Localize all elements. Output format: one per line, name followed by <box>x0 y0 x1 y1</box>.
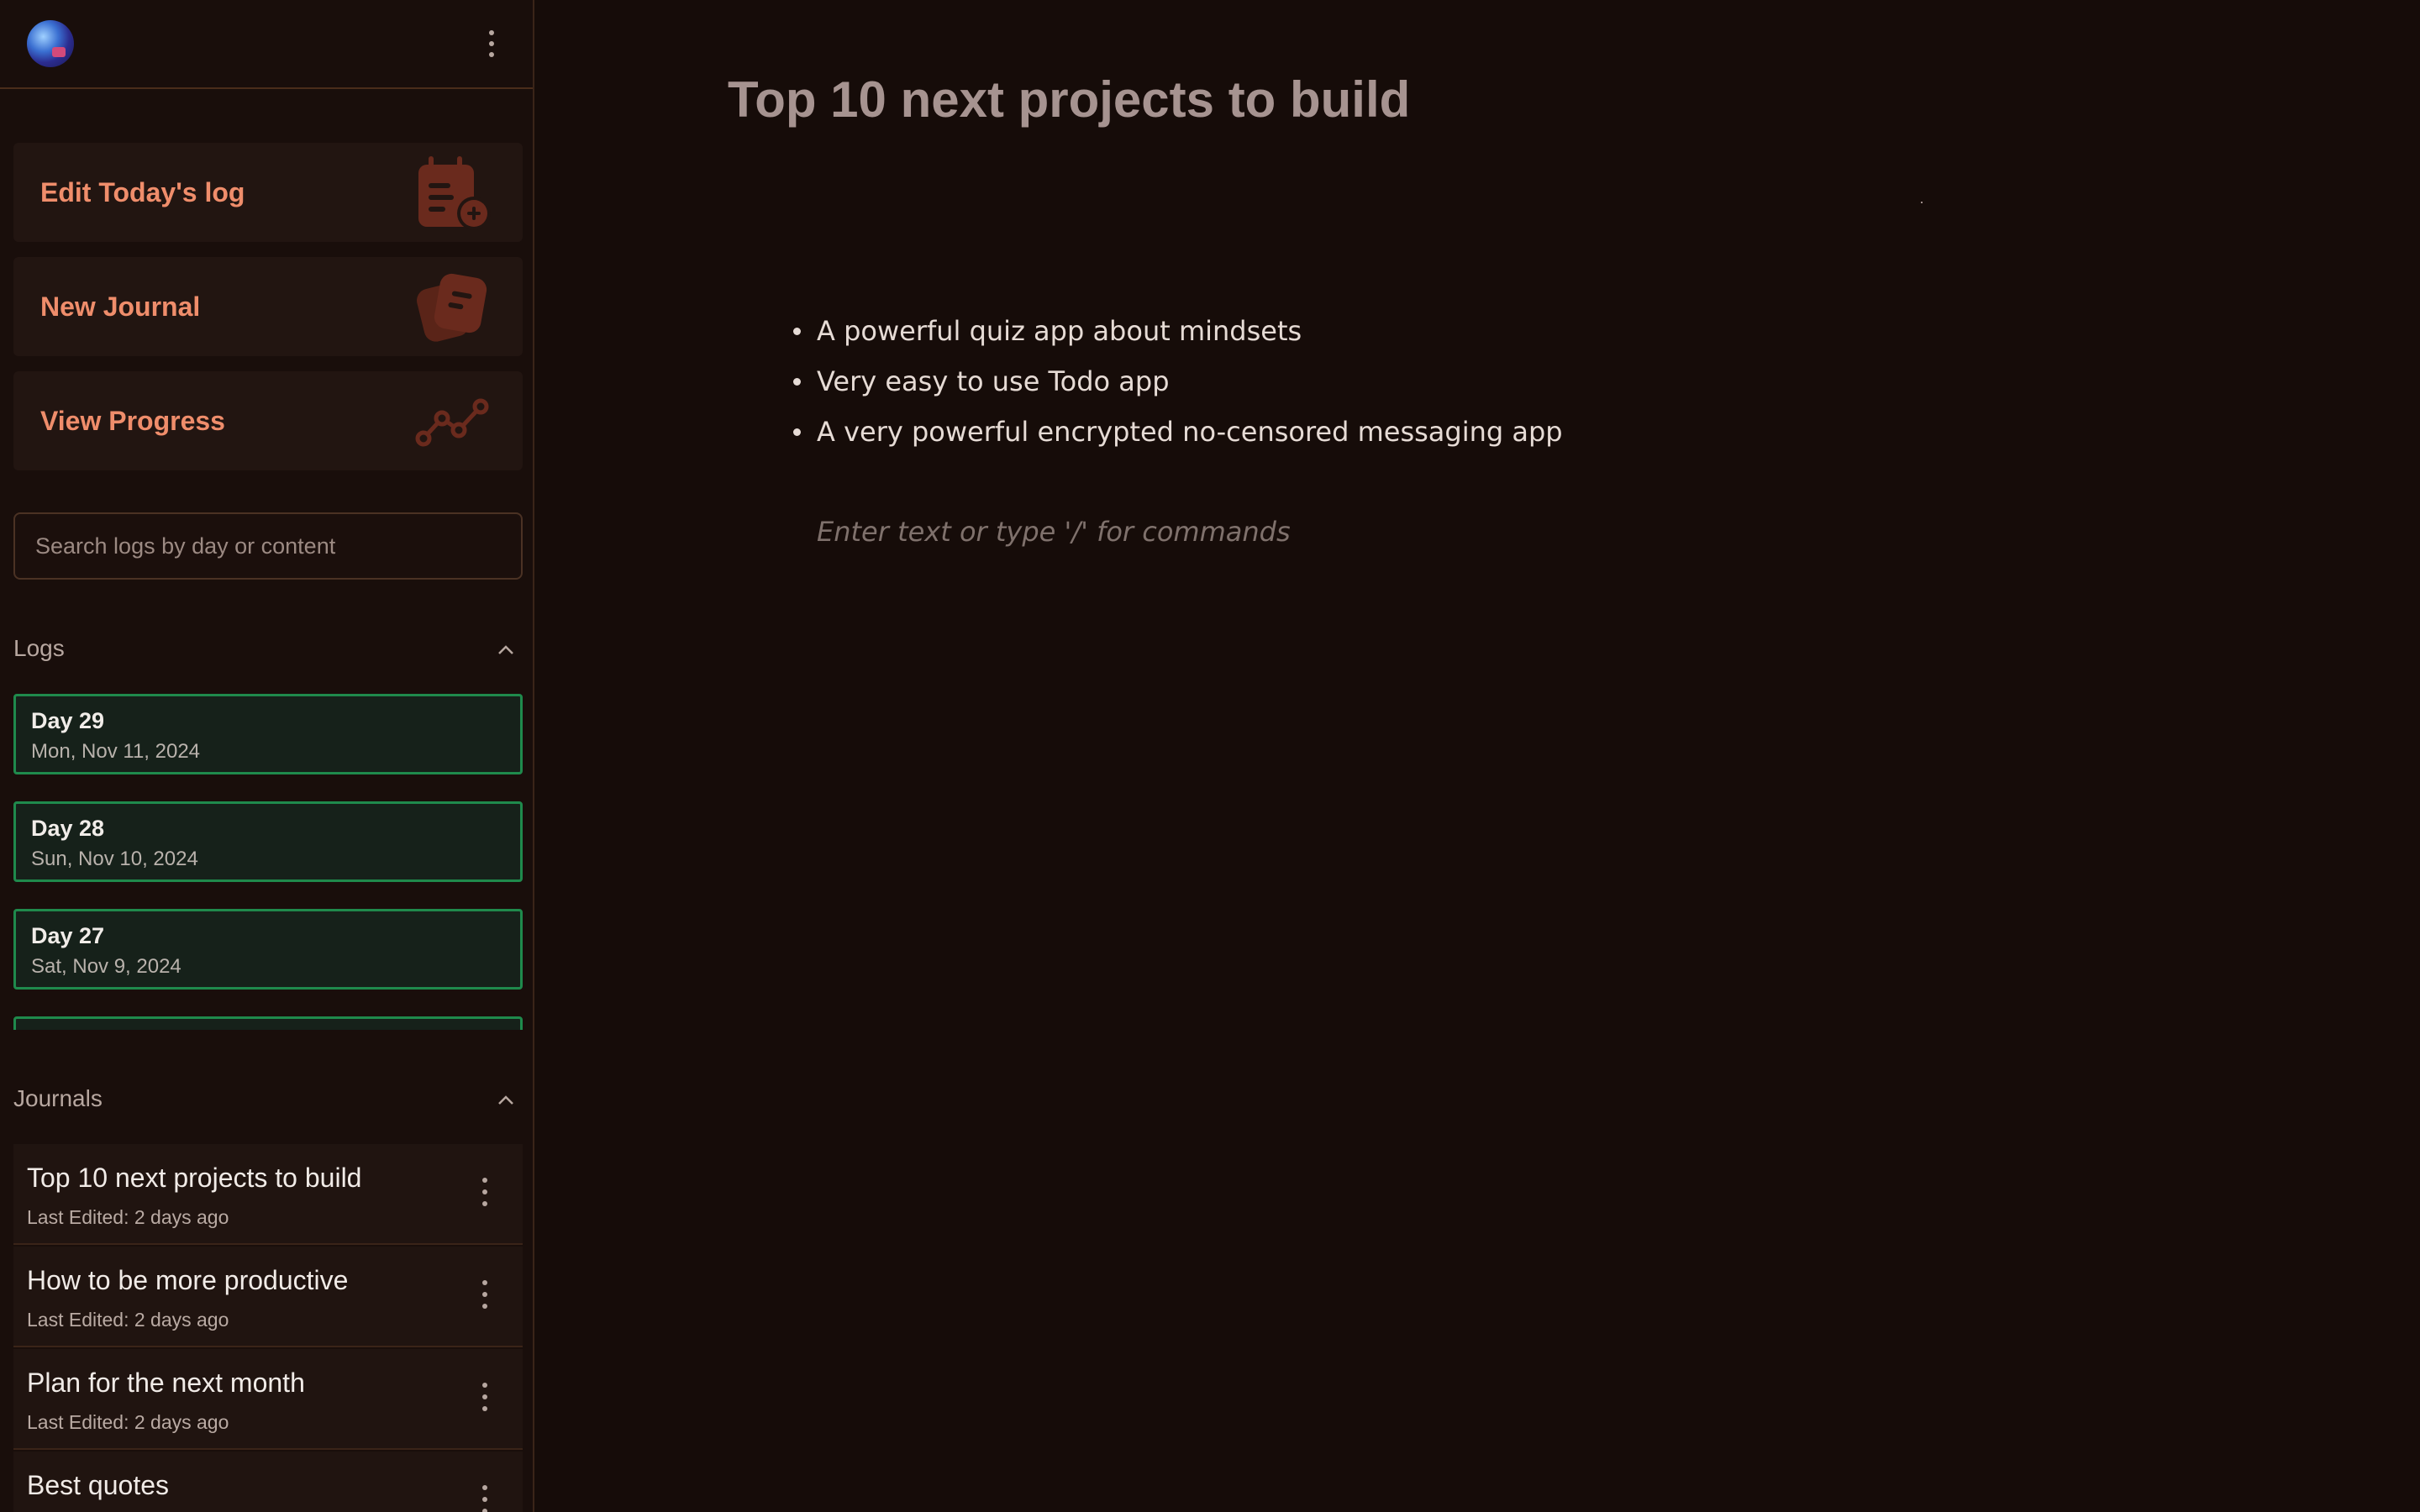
journal-options-icon[interactable] <box>481 1383 489 1411</box>
document-title[interactable]: Top 10 next projects to build <box>728 71 1410 129</box>
journal-title: How to be more productive <box>27 1265 349 1295</box>
search-input[interactable] <box>13 512 523 580</box>
bullet-item[interactable]: Very easy to use Todo app <box>793 361 1563 412</box>
sidebar-topbar <box>0 0 533 89</box>
editor-placeholder[interactable]: Enter text or type '/' for commands <box>817 516 1291 548</box>
view-progress-label: View Progress <box>40 406 225 436</box>
cursor-speck <box>1921 202 1923 203</box>
calendar-add-icon <box>418 156 491 230</box>
journal-item[interactable]: Top 10 next projects to build Last Edite… <box>13 1144 523 1245</box>
journal-title: Plan for the next month <box>27 1368 305 1398</box>
journal-item[interactable]: Best quotes <box>13 1452 523 1512</box>
log-item-day-27[interactable]: Day 27 Sat, Nov 9, 2024 <box>13 909 523 990</box>
log-item-day-28[interactable]: Day 28 Sun, Nov 10, 2024 <box>13 801 523 882</box>
sidebar: Edit Today's log New Journal View Progre… <box>0 0 534 1512</box>
notes-icon <box>417 273 487 342</box>
new-journal-label: New Journal <box>40 291 201 322</box>
edit-todays-log-label: Edit Today's log <box>40 177 245 207</box>
journals-section-title: Journals <box>13 1085 103 1111</box>
journal-item[interactable]: How to be more productive Last Edited: 2… <box>13 1247 523 1347</box>
log-day: Day 28 <box>31 816 105 841</box>
edit-todays-log-button[interactable]: Edit Today's log <box>13 143 523 242</box>
journal-last-edited: Last Edited: 2 days ago <box>27 1309 229 1331</box>
logs-section-header[interactable]: Logs <box>13 635 523 669</box>
bullet-item[interactable]: A powerful quiz app about mindsets <box>793 311 1563 361</box>
journal-options-icon[interactable] <box>481 1485 489 1512</box>
journal-item[interactable]: Plan for the next month Last Edited: 2 d… <box>13 1349 523 1450</box>
journal-last-edited: Last Edited: 2 days ago <box>27 1411 229 1433</box>
logs-list: Day 29 Mon, Nov 11, 2024 Day 28 Sun, Nov… <box>13 694 523 1030</box>
log-item-day-29[interactable]: Day 29 Mon, Nov 11, 2024 <box>13 694 523 774</box>
log-item-partial[interactable] <box>13 1016 523 1030</box>
chevron-up-icon[interactable] <box>494 638 518 662</box>
more-options-icon[interactable] <box>487 30 496 57</box>
log-day: Day 29 <box>31 708 105 733</box>
log-date: Sun, Nov 10, 2024 <box>31 848 198 870</box>
log-date: Mon, Nov 11, 2024 <box>31 740 201 763</box>
journal-options-icon[interactable] <box>481 1178 489 1206</box>
journal-title: Best quotes <box>27 1470 169 1500</box>
trend-line-icon <box>415 398 489 447</box>
bullet-item[interactable]: A very powerful encrypted no-censored me… <box>793 412 1563 462</box>
new-journal-button[interactable]: New Journal <box>13 257 523 356</box>
journals-section-header[interactable]: Journals <box>13 1085 523 1119</box>
journal-options-icon[interactable] <box>481 1280 489 1309</box>
bullet-list[interactable]: A powerful quiz app about mindsets Very … <box>793 311 1563 462</box>
avatar[interactable] <box>27 20 74 67</box>
chevron-up-icon[interactable] <box>494 1089 518 1112</box>
editor-pane: Top 10 next projects to build A powerful… <box>534 0 2420 1512</box>
view-progress-button[interactable]: View Progress <box>13 371 523 470</box>
journal-last-edited: Last Edited: 2 days ago <box>27 1206 229 1228</box>
log-day: Day 27 <box>31 923 105 948</box>
log-date: Sat, Nov 9, 2024 <box>31 955 182 978</box>
journal-title: Top 10 next projects to build <box>27 1163 362 1193</box>
logs-section-title: Logs <box>13 635 65 661</box>
